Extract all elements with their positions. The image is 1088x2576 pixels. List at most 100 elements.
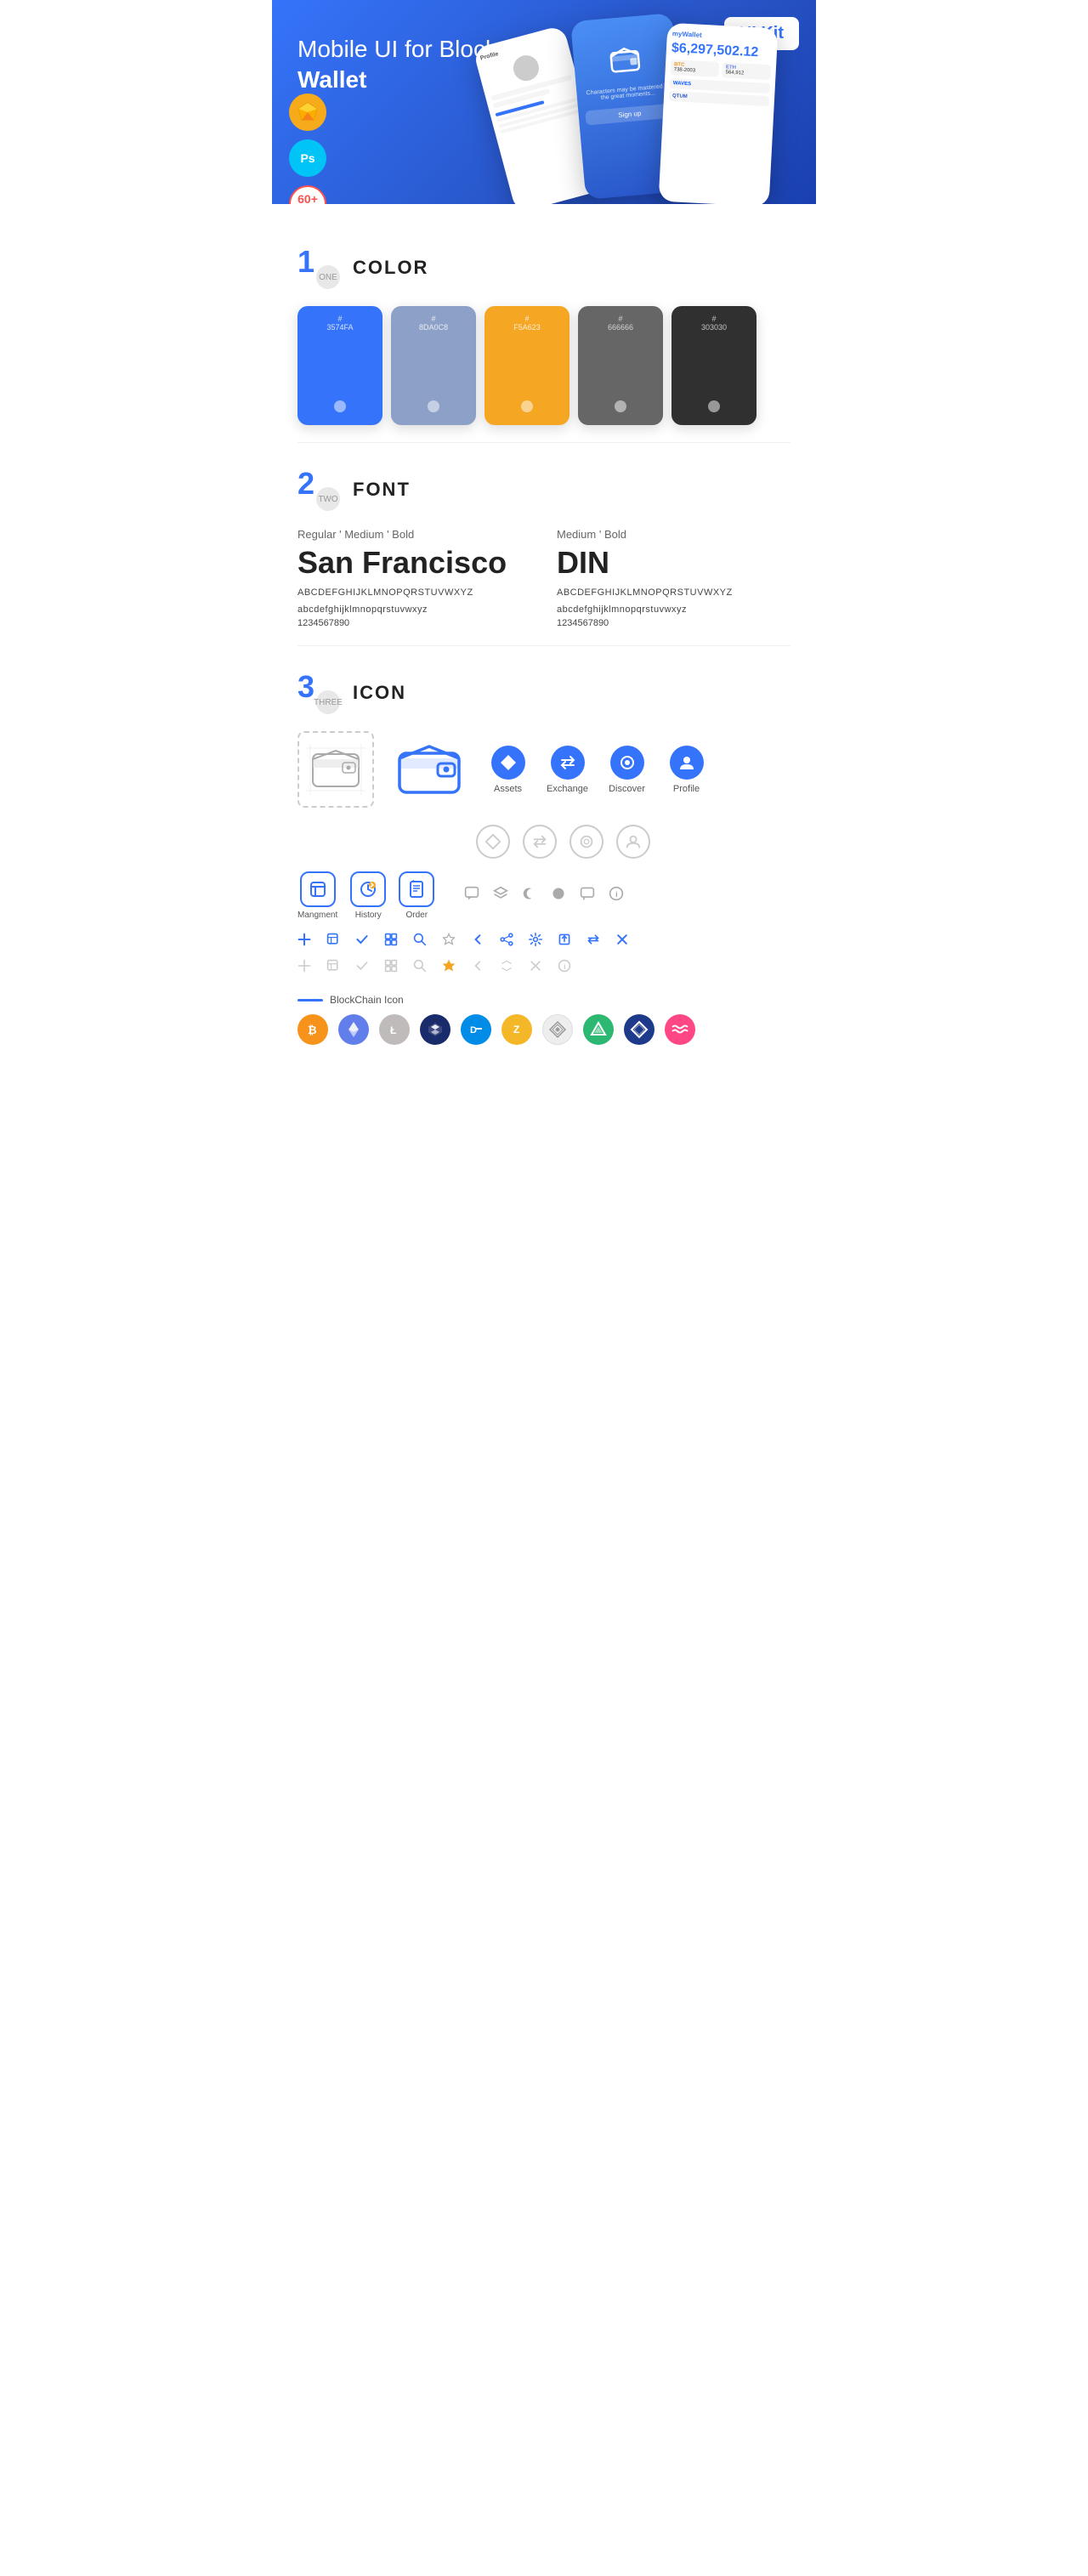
qr-outline-icon xyxy=(384,959,398,977)
wallet-icon-filled xyxy=(391,731,468,808)
nav-icon xyxy=(420,1014,450,1045)
main-content: 1 ONE COLOR #3574FA #8DA0C8 #F5A623 #666… xyxy=(272,204,816,1070)
svg-text:i: i xyxy=(564,963,565,971)
check-outline-icon xyxy=(355,959,369,977)
sketch-badge xyxy=(289,94,326,131)
phone-mockups: Profile Chara xyxy=(476,17,799,204)
icon-grid-large: Assets Exchange xyxy=(298,731,790,808)
exchange-icon xyxy=(551,746,585,780)
ps-badge: Ps xyxy=(289,139,326,177)
cross-outline-icon xyxy=(529,959,542,977)
utility-icons-outline-row: i xyxy=(298,959,790,977)
profile-icon-outline xyxy=(616,825,650,859)
plus-outline-icon xyxy=(298,959,311,977)
circle-icon xyxy=(551,886,566,905)
discover-svg xyxy=(618,753,637,772)
chat-icon xyxy=(464,886,479,905)
layers-icon xyxy=(493,886,508,905)
btc-icon: ₿ xyxy=(298,1014,328,1045)
font-grid: Regular ' Medium ' Bold San Francisco AB… xyxy=(298,528,790,628)
waves-icon xyxy=(665,1014,695,1045)
color-swatch-orange: #F5A623 xyxy=(484,306,570,425)
eth-icon xyxy=(338,1014,369,1045)
color-section-num: 1 ONE xyxy=(298,247,340,289)
swap-icon xyxy=(586,933,600,950)
icon-section-num: 3 THREE xyxy=(298,672,340,714)
edit-outline-icon xyxy=(326,959,340,977)
font-section-num: 2 TWO xyxy=(298,468,340,511)
wallet-icon-guidelines xyxy=(298,731,374,808)
management-svg xyxy=(309,880,327,899)
icon-section-header: 3 THREE ICON xyxy=(298,672,790,714)
color-swatch-blue: #3574FA xyxy=(298,306,382,425)
export-icon xyxy=(558,933,571,950)
color-swatch-gray: #666666 xyxy=(578,306,663,425)
info-icon: i xyxy=(609,886,624,905)
search-icon xyxy=(413,933,427,950)
svg-text:Z: Z xyxy=(513,1024,519,1036)
star-icon xyxy=(442,933,456,950)
misc-icons-row: i xyxy=(464,886,624,905)
management-icons-row: Mangment History xyxy=(298,871,790,920)
ltc-icon: Ł xyxy=(379,1014,410,1045)
wallet-filled-svg xyxy=(395,740,463,799)
history-svg xyxy=(359,880,377,899)
back-icon xyxy=(471,933,484,950)
discover-icon-outline xyxy=(570,825,604,859)
ltc-svg: Ł xyxy=(385,1020,404,1039)
diamond-svg xyxy=(630,1020,649,1039)
management-icon xyxy=(300,871,336,907)
blockchain-line xyxy=(298,999,323,1001)
discover-outline-svg xyxy=(578,833,595,850)
ark-icon xyxy=(583,1014,614,1045)
assets-icon-item: Assets xyxy=(484,746,531,794)
discover-icon-item: Discover xyxy=(604,746,650,794)
color-swatch-dark: #303030 xyxy=(672,306,756,425)
history-icon xyxy=(350,871,386,907)
svg-text:Ł: Ł xyxy=(390,1024,396,1036)
assets-icon-outline xyxy=(476,825,510,859)
back-outline-icon xyxy=(471,959,484,977)
zcash-svg: Z xyxy=(507,1020,526,1039)
assets-outline-svg xyxy=(484,833,502,850)
divider-2 xyxy=(298,645,790,646)
wallet-outline-svg xyxy=(306,744,366,795)
sketch-icon xyxy=(297,101,319,123)
star-filled-icon xyxy=(442,959,456,977)
arrows-icon xyxy=(500,959,513,977)
phone-mockup-right: myWallet $6,297,502.12 BTC 738-2003 ETH … xyxy=(659,23,779,204)
zcash-icon: Z xyxy=(502,1014,532,1045)
close-icon xyxy=(615,933,629,950)
dash-icon: D xyxy=(461,1014,491,1045)
plus-icon xyxy=(298,933,311,950)
font-section-header: 2 TWO FONT xyxy=(298,468,790,511)
waves-svg xyxy=(671,1020,689,1039)
grid-svg xyxy=(548,1020,567,1039)
hero-section: Mobile UI for Blockchain Wallet UI Kit P… xyxy=(272,0,816,204)
eth-svg xyxy=(344,1020,363,1039)
order-icon xyxy=(399,871,434,907)
edit-icon xyxy=(326,933,340,950)
dash-svg: D xyxy=(467,1020,485,1039)
profile-icon xyxy=(670,746,704,780)
utility-icons-row xyxy=(298,933,790,950)
exchange-icon-item: Exchange xyxy=(544,746,591,794)
speech-bubble-icon xyxy=(580,886,595,905)
exchange-icon-outline xyxy=(523,825,557,859)
svg-text:₿: ₿ xyxy=(308,1024,317,1036)
profile-icon-item: Profile xyxy=(663,746,710,794)
nav-icons-outline xyxy=(476,825,790,859)
profile-svg xyxy=(677,753,696,772)
ark-svg xyxy=(589,1020,608,1039)
order-icon-item: Order xyxy=(399,871,434,920)
exchange-outline-svg xyxy=(531,833,548,850)
svg-text:i: i xyxy=(615,890,618,899)
divider-1 xyxy=(298,442,790,443)
share-icon xyxy=(500,933,513,950)
color-swatch-slate: #8DA0C8 xyxy=(391,306,476,425)
assets-svg xyxy=(499,753,518,772)
crescent-icon xyxy=(522,886,537,905)
discover-icon xyxy=(610,746,644,780)
diamond-icon xyxy=(624,1014,654,1045)
nav-icons-filled: Assets Exchange xyxy=(484,746,710,794)
